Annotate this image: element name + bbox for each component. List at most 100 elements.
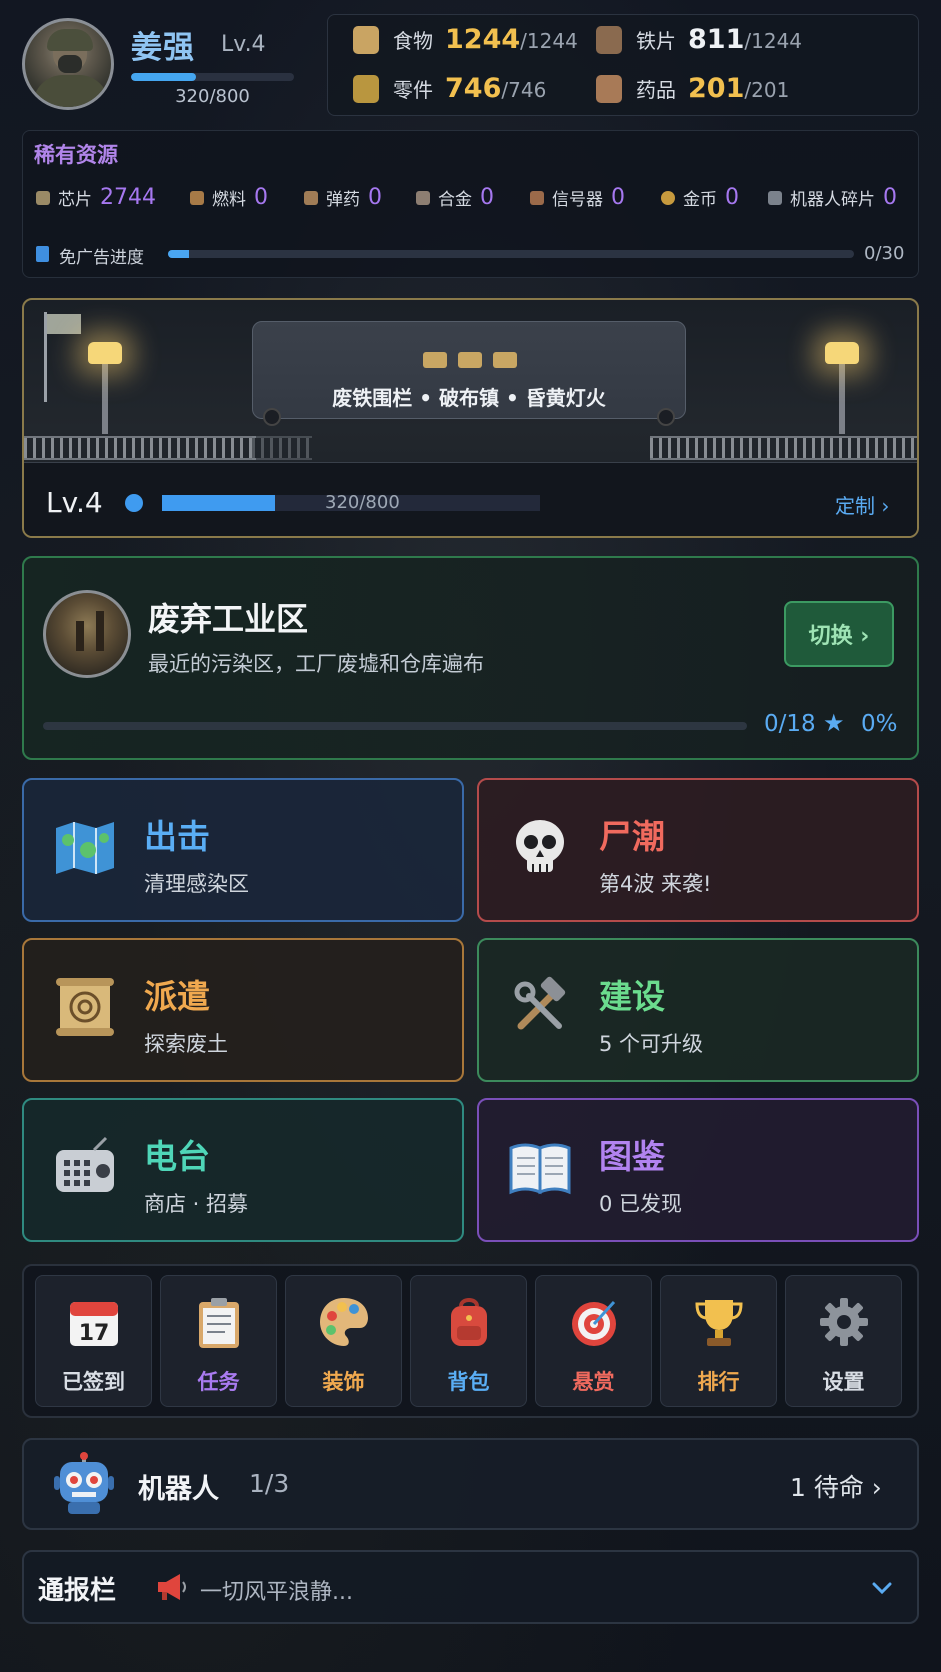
signal-icon <box>530 190 544 205</box>
chip-icon <box>36 190 50 205</box>
resource-parts[interactable]: 零件 746 /746 <box>353 73 546 104</box>
tile-subtitle: 第4波 来袭! <box>599 872 712 896</box>
rare-item-robot-fragment[interactable]: 机器人碎片 0 <box>768 185 897 210</box>
bounty-button[interactable]: 悬赏 <box>535 1275 652 1407</box>
robot-label: 机器人 <box>138 1474 219 1505</box>
zone-progress-bar <box>43 722 747 730</box>
chevron-down-icon[interactable] <box>871 1580 893 1595</box>
radio-button[interactable]: 电台 商店 · 招募 <box>22 1098 464 1242</box>
ad-free-icon <box>36 246 49 262</box>
tile-subtitle: 商店 · 招募 <box>144 1192 249 1216</box>
scroll-target-icon <box>52 974 118 1040</box>
skull-icon <box>507 814 573 880</box>
ad-free-progress-text: 0/30 <box>864 243 905 264</box>
zombie-wave-button[interactable]: 尸潮 第4波 来袭! <box>477 778 919 922</box>
switch-zone-button[interactable]: 切换 › <box>784 601 894 667</box>
backpack-button[interactable]: 背包 <box>410 1275 527 1407</box>
settings-button[interactable]: 设置 <box>785 1275 902 1407</box>
star-icon: ★ <box>823 709 845 737</box>
food-icon <box>353 25 379 54</box>
rare-item-value: 0 <box>254 185 268 210</box>
codex-button[interactable]: 图鉴 0 已发现 <box>477 1098 919 1242</box>
resource-medicine[interactable]: 药品 201 /201 <box>596 73 789 104</box>
lamp-icon <box>88 342 122 434</box>
avatar-mask <box>58 55 82 73</box>
fence-right <box>650 436 917 460</box>
avatar-helmet <box>47 29 93 51</box>
rare-item-name: 信号器 <box>552 190 603 210</box>
lamp-icon <box>825 342 859 434</box>
base-level: Lv.4 <box>46 486 103 519</box>
rare-item-alloy[interactable]: 合金 0 <box>416 185 494 210</box>
sortie-button[interactable]: 出击 清理感染区 <box>22 778 464 922</box>
rare-item-coin[interactable]: 金币 0 <box>661 185 739 210</box>
ad-free-progress-fill <box>168 250 189 258</box>
player-xp-bar <box>131 73 294 81</box>
radio-icon <box>52 1134 118 1200</box>
player-level: Lv.4 <box>221 32 266 57</box>
decorate-button[interactable]: 装饰 <box>285 1275 402 1407</box>
rare-item-value: 0 <box>883 185 897 210</box>
customize-button[interactable]: 定制 › <box>835 490 889 519</box>
checkin-button[interactable]: 17 已签到 <box>35 1275 152 1407</box>
quick-label: 悬赏 <box>572 1370 615 1394</box>
ranking-button[interactable]: 排行 <box>660 1275 777 1407</box>
news-text: 一切风平浪静... <box>200 1580 353 1605</box>
robot-count: 1/3 <box>249 1469 290 1498</box>
robot-standby-status[interactable]: 1 待命 › <box>790 1468 882 1504</box>
tasks-button[interactable]: 任务 <box>160 1275 277 1407</box>
resource-food[interactable]: 食物 1244 /1244 <box>353 24 578 55</box>
resource-value: 811 <box>688 24 745 55</box>
player-avatar[interactable] <box>22 18 114 110</box>
tile-subtitle: 清理感染区 <box>144 872 249 896</box>
rare-item-chip[interactable]: 芯片 2744 <box>36 185 156 210</box>
calendar-day: 17 <box>79 1321 110 1346</box>
tile-subtitle: 探索废土 <box>144 1032 228 1056</box>
rare-item-value: 0 <box>480 185 494 210</box>
ad-free-label: 免广告进度 <box>59 248 144 268</box>
resource-value: 746 <box>445 73 502 104</box>
dispatch-button[interactable]: 派遣 探索废土 <box>22 938 464 1082</box>
quick-label: 背包 <box>447 1370 490 1394</box>
rare-item-fuel[interactable]: 燃料 0 <box>190 185 268 210</box>
base-xp-text: 320/800 <box>325 492 400 513</box>
avatar-body <box>33 75 109 107</box>
resource-name: 食物 <box>393 29 433 53</box>
quick-label: 已签到 <box>62 1370 125 1394</box>
hammer-wrench-icon <box>507 974 573 1040</box>
robot-fragment-icon <box>768 190 782 205</box>
rare-item-signal[interactable]: 信号器 0 <box>530 185 625 210</box>
tile-subtitle: 5 个可升级 <box>599 1032 704 1056</box>
flag-icon <box>44 312 81 402</box>
book-icon <box>507 1134 573 1200</box>
backpack-icon <box>441 1294 497 1350</box>
player-name: 姜强 <box>131 30 195 66</box>
quick-label: 设置 <box>822 1370 865 1394</box>
quick-label: 装饰 <box>322 1370 365 1394</box>
resource-value: 1244 <box>445 24 521 55</box>
resource-max: /201 <box>744 78 790 102</box>
target-icon <box>566 1294 622 1350</box>
rare-item-value: 0 <box>611 185 625 210</box>
ad-free-progress-bar <box>168 250 854 258</box>
sign-light-icon <box>423 352 447 368</box>
zone-progress-text: 0/18 <box>764 711 816 737</box>
zone-image <box>43 590 131 678</box>
sign-light-icon <box>493 352 517 368</box>
megaphone-icon <box>154 1572 188 1602</box>
resource-max: /1244 <box>744 29 803 53</box>
resource-value: 201 <box>688 73 745 104</box>
tile-title: 电台 <box>144 1137 210 1176</box>
rare-item-ammo[interactable]: 弹药 0 <box>304 185 382 210</box>
resource-name: 铁片 <box>636 29 676 53</box>
rare-item-value: 0 <box>368 185 382 210</box>
resource-iron[interactable]: 铁片 811 /1244 <box>596 24 802 55</box>
base-xp-fill <box>162 495 276 511</box>
base-sign-text: 废铁围栏 • 破布镇 • 昏黄灯火 <box>332 386 606 410</box>
rare-item-name: 金币 <box>683 190 717 210</box>
rare-item-value: 2744 <box>100 185 156 210</box>
build-button[interactable]: 建设 5 个可升级 <box>477 938 919 1082</box>
zone-percent: 0% <box>861 711 898 737</box>
rare-item-name: 弹药 <box>326 190 360 210</box>
resource-max: /1244 <box>520 29 578 53</box>
